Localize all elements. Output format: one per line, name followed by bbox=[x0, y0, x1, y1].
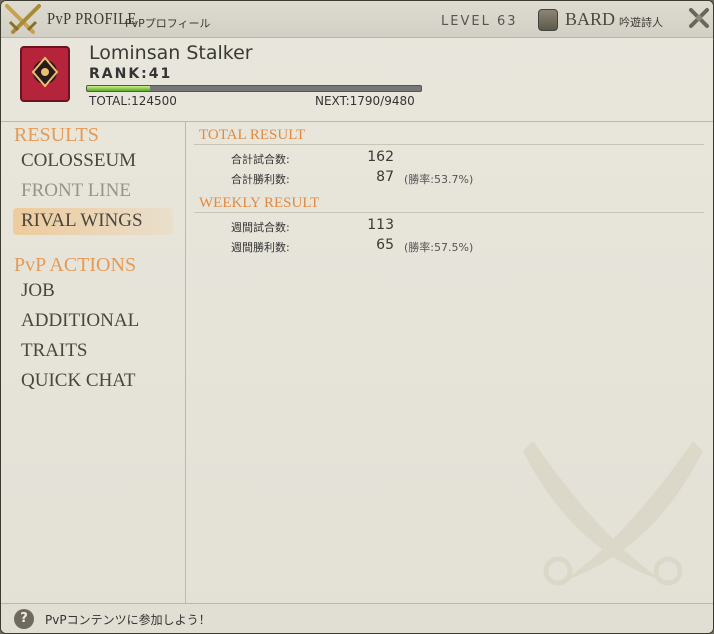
divider bbox=[194, 212, 704, 213]
status-bar: ? PvPコンテンツに参加しよう！ bbox=[1, 603, 713, 633]
help-icon[interactable]: ? bbox=[14, 609, 34, 629]
rank-progress-fill bbox=[87, 86, 151, 91]
sidebar-item-traits[interactable]: TRAITS bbox=[21, 340, 88, 362]
job-icon bbox=[538, 9, 558, 31]
emblem-icon bbox=[20, 46, 70, 102]
total-matches-label: 合計試合数: bbox=[231, 153, 290, 166]
weekly-matches-value: 113 bbox=[367, 217, 394, 233]
sidebar-item-quick-chat[interactable]: QUICK CHAT bbox=[21, 370, 136, 392]
crossed-swords-watermark-icon bbox=[523, 441, 703, 586]
weekly-matches-label: 週間試合数: bbox=[231, 221, 290, 234]
pvp-actions-section-title: PvP ACTIONS bbox=[14, 254, 137, 276]
status-text: PvPコンテンツに参加しよう！ bbox=[45, 613, 211, 627]
job-label: BARD bbox=[565, 9, 616, 29]
pvp-profile-window: PvP PROFILE PvPプロフィール LEVEL 63 BARD 吟遊詩人… bbox=[0, 0, 714, 634]
total-points: TOTAL:124500 bbox=[89, 94, 177, 108]
rank-progress-bar bbox=[86, 85, 422, 92]
window-title: PvP PROFILE bbox=[47, 9, 137, 28]
results-section-title: RESULTS bbox=[14, 124, 99, 146]
weekly-wins-value: 65 bbox=[376, 237, 394, 253]
sidebar-item-job[interactable]: JOB bbox=[21, 280, 55, 302]
divider bbox=[194, 144, 704, 145]
rank-label: RANK:41 bbox=[89, 66, 173, 82]
level-label: LEVEL 63 bbox=[441, 14, 518, 29]
total-wins-label: 合計勝利数: bbox=[231, 173, 290, 186]
sidebar-item-additional[interactable]: ADDITIONAL bbox=[21, 310, 139, 332]
sidebar-item-front-line[interactable]: FRONT LINE bbox=[21, 180, 131, 202]
close-icon[interactable] bbox=[687, 6, 711, 30]
title-bar[interactable]: PvP PROFILE PvPプロフィール LEVEL 63 BARD 吟遊詩人 bbox=[1, 1, 713, 38]
sidebar-item-colosseum[interactable]: COLOSSEUM bbox=[21, 150, 136, 172]
next-rank-points: NEXT:1790/9480 bbox=[315, 94, 415, 108]
weekly-result-title: WEEKLY RESULT bbox=[199, 195, 320, 211]
job-label-jp: 吟遊詩人 bbox=[619, 16, 663, 29]
window-title-jp: PvPプロフィール bbox=[125, 17, 211, 30]
sidebar-item-rival-wings[interactable]: RIVAL WINGS bbox=[21, 210, 143, 232]
total-result-title: TOTAL RESULT bbox=[199, 127, 306, 143]
weekly-wins-label: 週間勝利数: bbox=[231, 241, 290, 254]
total-matches-value: 162 bbox=[367, 149, 394, 165]
sidebar: RESULTS COLOSSEUM FRONT LINE RIVAL WINGS… bbox=[1, 122, 186, 603]
total-wins-value: 87 bbox=[376, 169, 394, 185]
profile-header: Lominsan Stalker RANK:41 TOTAL:124500 NE… bbox=[1, 38, 713, 122]
player-name: Lominsan Stalker bbox=[89, 42, 253, 64]
weekly-win-rate: (勝率:57.5%) bbox=[404, 241, 474, 254]
total-win-rate: (勝率:53.7%) bbox=[404, 173, 474, 186]
crossed-swords-icon bbox=[5, 4, 41, 34]
